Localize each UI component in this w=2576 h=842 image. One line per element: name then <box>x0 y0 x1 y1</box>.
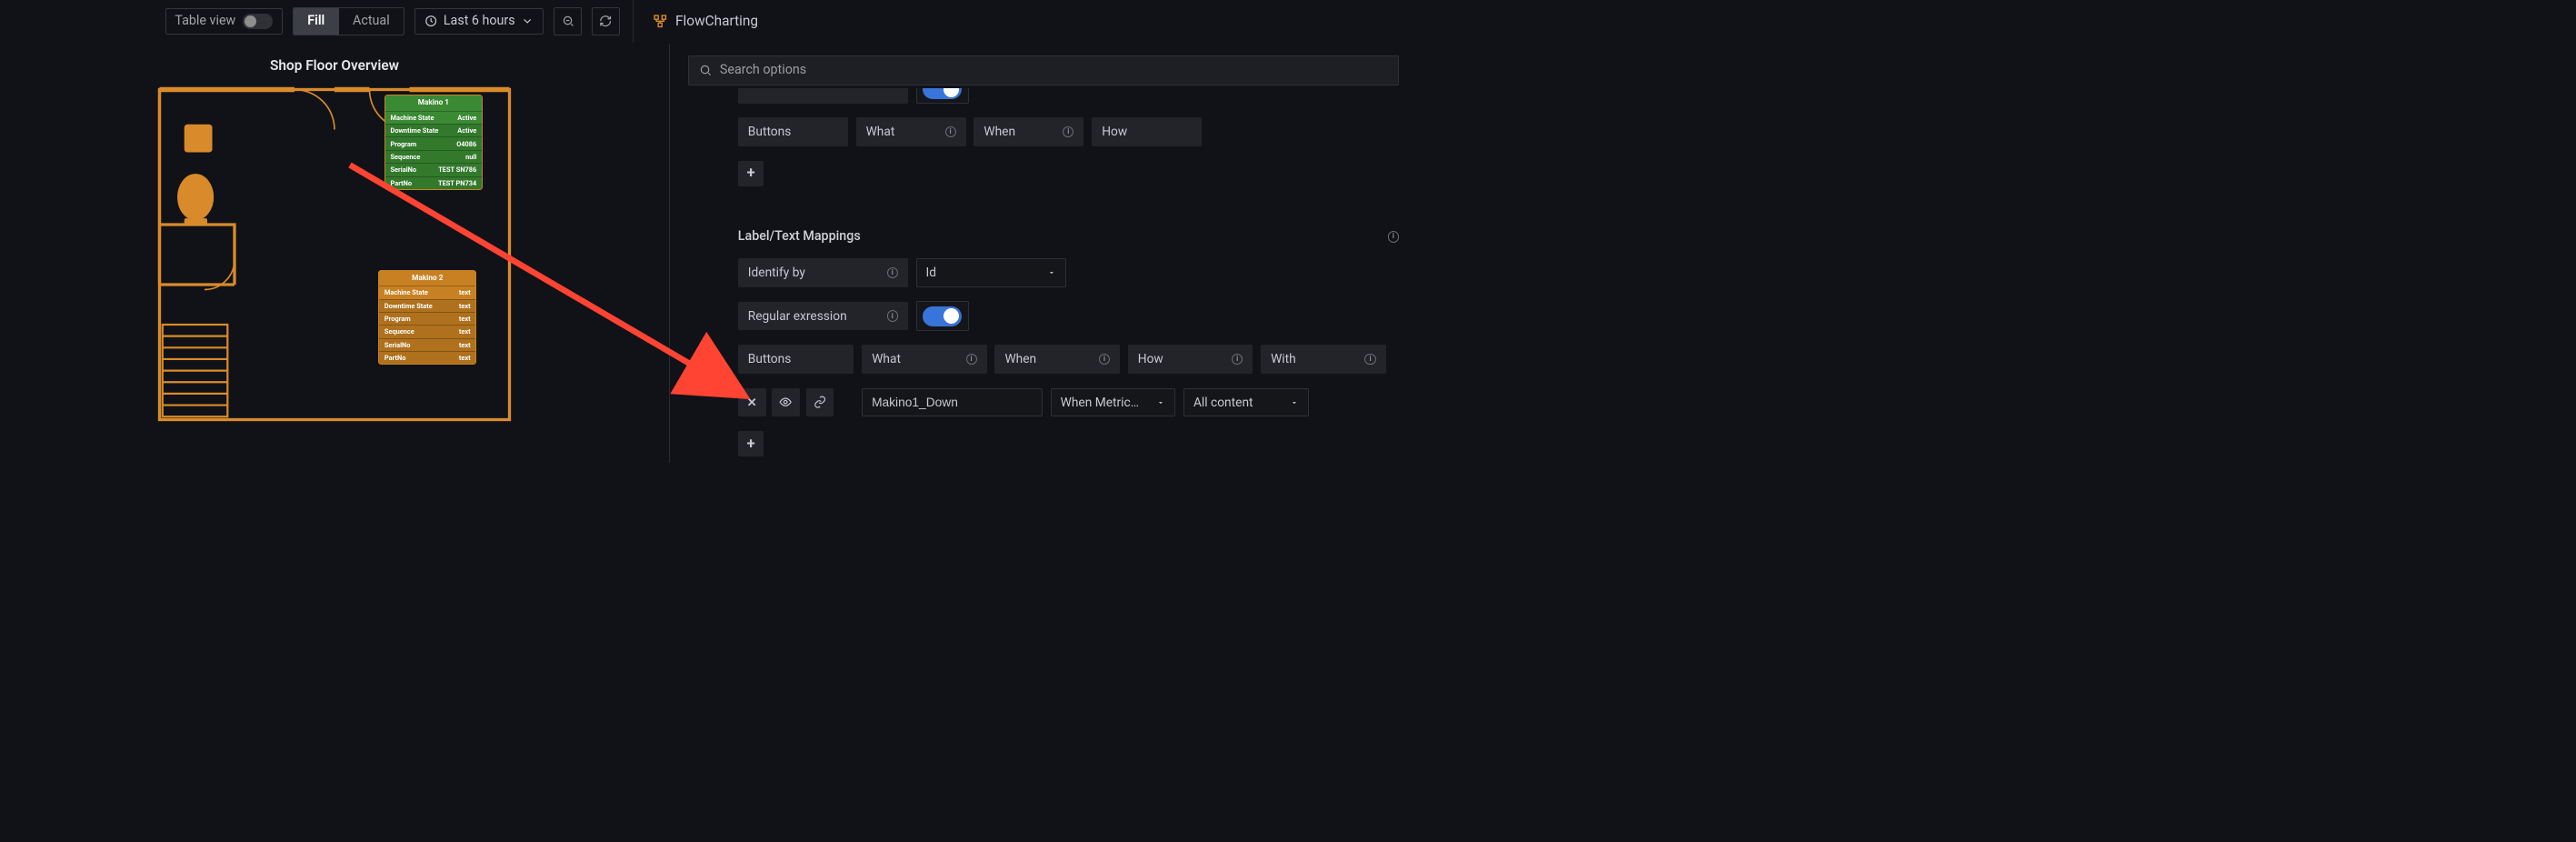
add-label-mapping-button[interactable]: + <box>738 431 764 457</box>
caret-down-icon <box>1290 398 1299 407</box>
delete-mapping-button[interactable] <box>738 388 766 416</box>
panel-title: Shop Floor Overview <box>270 57 399 74</box>
what-input[interactable] <box>862 388 1043 417</box>
top-toolbar: Table view Fill Actual Last 6 hours Flow… <box>0 0 1417 44</box>
info-icon[interactable]: i <box>887 310 898 321</box>
info-icon[interactable]: i <box>1364 354 1375 365</box>
info-icon[interactable]: i <box>887 267 898 278</box>
time-range-picker[interactable]: Last 6 hours <box>414 8 544 35</box>
refresh-button[interactable] <box>592 7 620 35</box>
identify-by-label: Identify by i <box>738 258 908 287</box>
regex-label: Regular exression i <box>738 302 908 331</box>
col-when: Wheni <box>973 117 1083 146</box>
preview-pane: Shop Floor Overview <box>0 44 670 464</box>
time-range-label: Last 6 hours <box>444 14 515 28</box>
identify-by-select[interactable]: Id <box>916 258 1066 287</box>
zoom-out-icon <box>562 15 574 27</box>
col-how: How <box>1092 117 1202 146</box>
info-icon[interactable]: i <box>966 354 977 365</box>
regex-row-cut: Regular exression i <box>738 88 1399 104</box>
shop-floor-diagram: Makino 1 Machine StateActive Downtime St… <box>155 85 514 425</box>
section-title: Label/Text Mappings <box>738 229 861 244</box>
table-view-switch[interactable] <box>243 14 273 29</box>
col-what: Whati <box>862 345 987 374</box>
regex-toggle-cut[interactable] <box>923 88 962 99</box>
regex-row: Regular exression i <box>738 301 1399 331</box>
col-how: Howi <box>1128 345 1253 374</box>
actual-button[interactable]: Actual <box>339 8 404 35</box>
col-buttons: Buttons <box>738 117 848 146</box>
regex-field-cut: Regular exression i <box>738 88 908 104</box>
machine-title: Makino 1 <box>385 95 482 111</box>
how-select[interactable]: All content <box>1183 388 1309 417</box>
label-mapping-row: When Metric… All content <box>738 388 1399 417</box>
col-what: Whati <box>856 117 966 146</box>
options-pane: Search options Regular exression i Butto… <box>670 44 1417 464</box>
chevron-down-icon <box>521 15 534 27</box>
clock-icon <box>424 15 437 27</box>
link-mapping-button[interactable] <box>806 388 834 416</box>
regex-toggle-wrap-cut <box>916 88 969 104</box>
when-select[interactable]: When Metric… <box>1051 388 1176 417</box>
fill-button[interactable]: Fill <box>294 8 339 35</box>
toolbar-divider <box>633 0 634 43</box>
col-when: Wheni <box>994 345 1120 374</box>
info-icon[interactable]: i <box>1232 354 1243 365</box>
flowcharting-icon <box>653 14 668 29</box>
event-columns-header: Buttons Whati Wheni How <box>738 117 1399 146</box>
add-event-mapping-button[interactable]: + <box>738 161 764 187</box>
info-icon[interactable]: i <box>1063 126 1073 137</box>
identify-by-row: Identify by i Id <box>738 258 1399 287</box>
regex-toggle[interactable] <box>923 306 962 326</box>
label-columns-header: Buttons Whati Wheni Howi Withi <box>738 345 1399 374</box>
machine-box-1[interactable]: Makino 1 Machine StateActive Downtime St… <box>384 95 483 190</box>
table-view-label: Table view <box>175 14 235 28</box>
search-icon <box>699 64 712 76</box>
zoom-out-button[interactable] <box>554 7 582 35</box>
info-icon[interactable]: i <box>945 126 956 137</box>
col-buttons: Buttons <box>738 345 854 374</box>
label-text-mappings-header: Label/Text Mappings i <box>738 229 1399 244</box>
plugin-name-text: FlowCharting <box>675 13 758 29</box>
caret-down-icon <box>1047 268 1056 277</box>
col-with: Withi <box>1261 345 1386 374</box>
eye-icon <box>779 396 792 408</box>
close-icon <box>745 396 758 408</box>
machine-title: Makino 2 <box>379 271 475 286</box>
link-icon <box>814 396 826 408</box>
search-options-input[interactable]: Search options <box>688 55 1399 85</box>
caret-down-icon <box>1156 398 1165 407</box>
search-placeholder: Search options <box>720 63 806 77</box>
toggle-visibility-button[interactable] <box>772 388 800 416</box>
info-icon[interactable]: i <box>1099 354 1110 365</box>
table-view-toggle-group[interactable]: Table view <box>165 8 283 35</box>
info-icon[interactable]: i <box>1388 231 1399 242</box>
fill-actual-segment: Fill Actual <box>293 7 404 35</box>
plugin-title: FlowCharting <box>653 13 758 29</box>
machine-box-2[interactable]: Makino 2 Machine Statetext Downtime Stat… <box>378 270 476 366</box>
refresh-icon <box>599 15 612 27</box>
